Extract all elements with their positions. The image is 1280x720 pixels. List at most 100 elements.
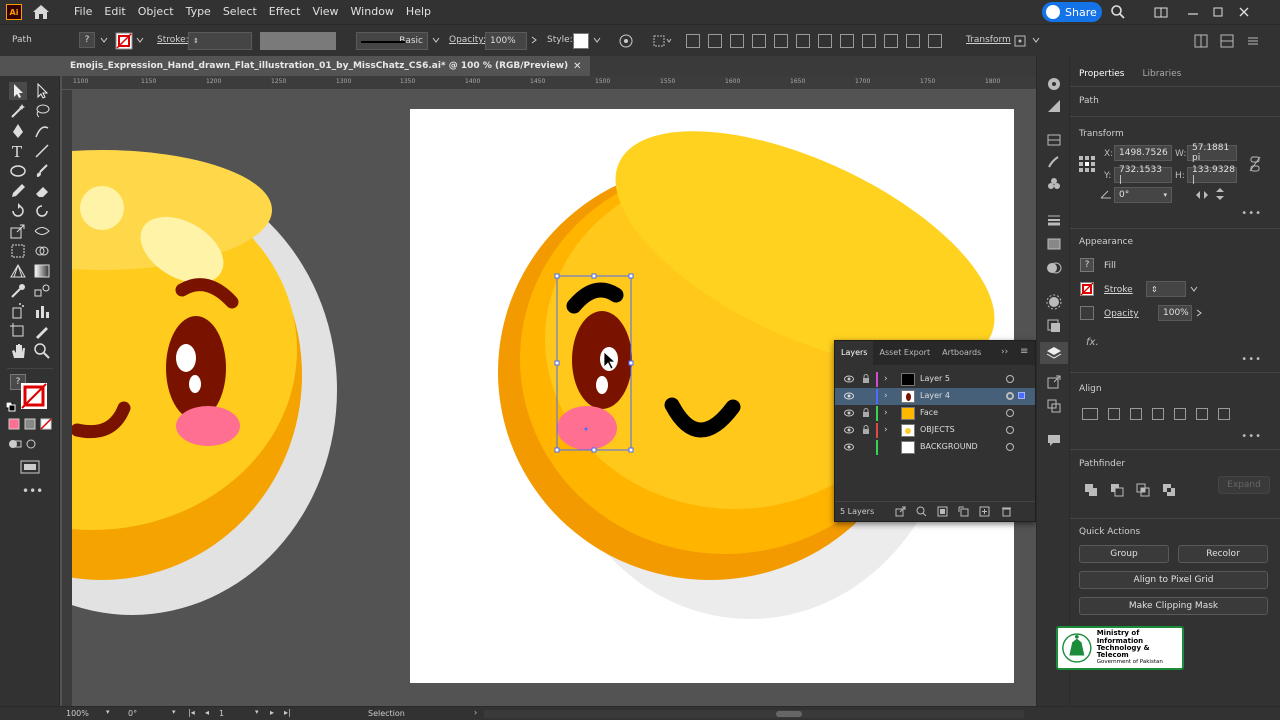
chevron-down-icon[interactable]: ▾ — [255, 708, 259, 716]
menu-type[interactable]: Type — [180, 0, 217, 24]
flip-horizontal-icon[interactable] — [1195, 190, 1209, 200]
tab-libraries[interactable]: Libraries — [1133, 62, 1190, 86]
stroke-weight-input[interactable]: ⇕ — [1146, 281, 1186, 297]
more-options-icon[interactable]: ••• — [1241, 354, 1262, 365]
exclude-icon[interactable] — [1162, 483, 1176, 497]
group-button[interactable]: Group — [1079, 545, 1169, 563]
rotate-tool-icon[interactable] — [9, 202, 27, 220]
eraser-tool-icon[interactable] — [33, 182, 51, 200]
restore-icon[interactable] — [1210, 4, 1226, 20]
layer-name[interactable]: Face — [920, 408, 938, 417]
stroke-panel-icon[interactable] — [1046, 212, 1062, 228]
brush-definition[interactable]: Basic — [356, 32, 428, 50]
appearance-panel-icon[interactable] — [1046, 294, 1062, 310]
layers-panel-icon[interactable] — [1046, 345, 1062, 361]
artboard-number[interactable]: 1 — [219, 709, 224, 718]
slice-tool-icon[interactable] — [33, 322, 51, 340]
collapse-panel-icon[interactable]: ›› — [1001, 347, 1008, 357]
lasso-tool-icon[interactable] — [33, 102, 51, 120]
target-circle-icon[interactable] — [1006, 375, 1014, 383]
symbols-icon[interactable] — [1046, 176, 1062, 192]
selection-indicator[interactable] — [1018, 392, 1025, 399]
layer-row[interactable]: › Face — [835, 405, 1035, 422]
brushes-icon[interactable] — [1046, 154, 1062, 170]
align-top-icon[interactable] — [1174, 408, 1186, 420]
last-artboard-icon[interactable]: ▸| — [284, 708, 291, 717]
new-layer-icon[interactable] — [979, 506, 990, 517]
recolor-button[interactable]: Recolor — [1178, 545, 1268, 563]
stroke-weight-input[interactable]: ⇕ — [188, 32, 252, 50]
tab-asset-export[interactable]: Asset Export — [873, 341, 936, 365]
expand-chevron-icon[interactable]: › — [884, 374, 888, 384]
line-segment-tool-icon[interactable] — [33, 142, 51, 160]
align-to-icon[interactable] — [652, 33, 672, 49]
tab-properties[interactable]: Properties — [1070, 62, 1133, 86]
color-panel-icon[interactable] — [1046, 76, 1062, 92]
layer-name[interactable]: Layer 5 — [920, 374, 950, 383]
color-guide-icon[interactable] — [1046, 98, 1062, 114]
distribute-left-icon[interactable] — [884, 34, 898, 48]
pencil-tool-icon[interactable] — [9, 182, 27, 200]
gradient-panel-icon[interactable] — [1046, 236, 1062, 252]
opacity-input[interactable]: 100% — [1158, 305, 1192, 321]
visibility-eye-icon[interactable] — [844, 426, 854, 434]
opacity-input[interactable]: 100% — [485, 32, 527, 50]
stroke-swatch-icon[interactable] — [1080, 282, 1094, 296]
layer-row-selected[interactable]: › Layer 4 — [835, 388, 1035, 405]
menu-file[interactable]: File — [68, 0, 98, 24]
first-artboard-icon[interactable]: |◂ — [188, 708, 195, 717]
expand-chevron-icon[interactable]: › — [884, 425, 888, 435]
distribute-bottom-icon[interactable] — [862, 34, 876, 48]
clipping-mask-icon[interactable] — [937, 506, 948, 517]
transparency-icon[interactable] — [1046, 260, 1062, 276]
stroke-label[interactable]: Stroke — [1104, 285, 1133, 295]
menu-view[interactable]: View — [306, 0, 344, 24]
chevron-down-icon[interactable] — [432, 36, 440, 44]
target-circle-icon[interactable] — [1006, 443, 1014, 451]
distribute-top-icon[interactable] — [818, 34, 832, 48]
chevron-right-icon[interactable]: › — [474, 708, 477, 717]
search-icon[interactable] — [1110, 4, 1126, 20]
constrain-proportions-icon[interactable] — [1248, 156, 1262, 172]
draw-behind-icon[interactable] — [26, 438, 40, 450]
align-to-pixel-grid-button[interactable]: Align to Pixel Grid — [1079, 571, 1268, 589]
chevron-down-icon[interactable] — [593, 36, 601, 44]
minimize-icon[interactable] — [1185, 4, 1201, 20]
chevron-down-icon[interactable]: ▾ — [106, 708, 110, 716]
align-center-icon[interactable] — [1130, 408, 1142, 420]
height-input[interactable]: 133.9328 | — [1187, 165, 1237, 185]
stroke-swatch-icon[interactable] — [115, 32, 133, 50]
y-position-input[interactable]: 732.1533 | — [1114, 165, 1172, 185]
pen-tool-icon[interactable] — [9, 122, 27, 140]
layer-row[interactable]: › OBJECTS — [835, 422, 1035, 439]
curvature-tool-icon[interactable] — [33, 122, 51, 140]
artboard-tool-icon[interactable] — [9, 322, 27, 340]
more-options-icon[interactable]: ••• — [1241, 431, 1262, 442]
rotation-view[interactable]: 0° — [128, 709, 137, 718]
visibility-eye-icon[interactable] — [844, 443, 854, 451]
default-colors-icon[interactable] — [6, 402, 16, 412]
vertical-ruler[interactable] — [62, 90, 72, 706]
horizontal-ruler[interactable]: 1100 1150 1200 1250 1300 1350 1400 1450 … — [62, 76, 1036, 90]
previous-artboard-icon[interactable]: ◂ — [205, 708, 209, 717]
opacity-label[interactable]: Opacity: — [449, 35, 486, 45]
width-input[interactable]: 57.1881 pi — [1187, 143, 1237, 163]
tab-layers[interactable]: Layers — [835, 341, 874, 365]
menu-edit[interactable]: Edit — [98, 0, 131, 24]
lock-icon[interactable] — [862, 408, 870, 418]
recolor-artwork-icon[interactable] — [618, 33, 634, 49]
menu-help[interactable]: Help — [400, 0, 437, 24]
horizontal-scrollbar[interactable] — [484, 710, 1024, 718]
chevron-down-icon[interactable]: ▾ — [172, 708, 176, 716]
reflect-tool-icon[interactable] — [33, 202, 51, 220]
type-tool-icon[interactable]: T — [9, 142, 27, 160]
arrange-documents-icon[interactable] — [1194, 34, 1208, 48]
search-icon[interactable] — [916, 506, 927, 517]
reference-point-icon[interactable] — [1078, 155, 1096, 173]
layer-name[interactable]: BACKGROUND — [920, 442, 978, 451]
panel-menu-icon[interactable] — [1220, 34, 1234, 48]
expand-chevron-icon[interactable]: › — [884, 391, 888, 401]
share-button[interactable]: Share — [1042, 2, 1102, 22]
transform-link[interactable]: Transform — [966, 35, 1011, 45]
symbol-sprayer-tool-icon[interactable] — [9, 302, 27, 320]
